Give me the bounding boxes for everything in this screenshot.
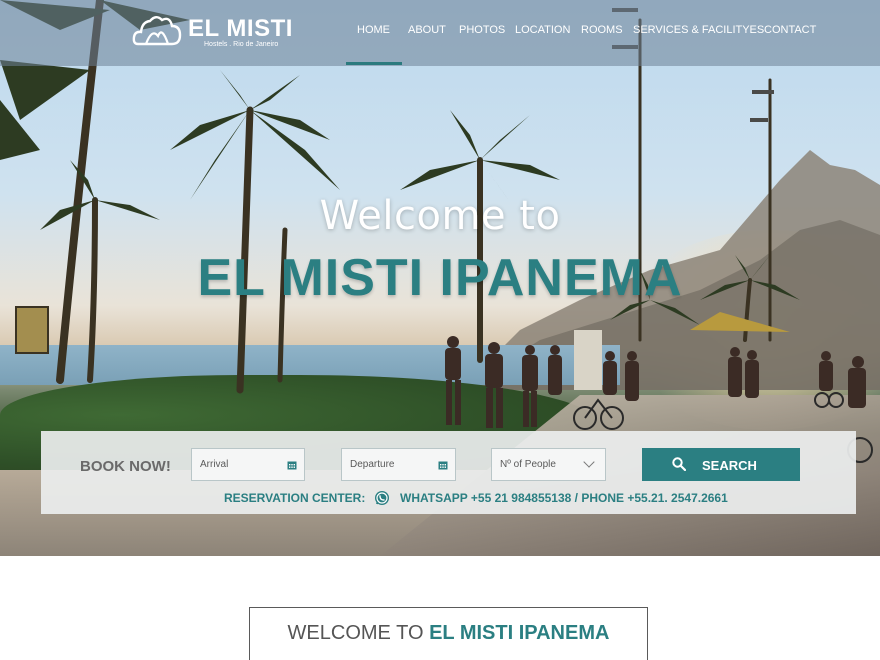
cloud-mountain-logo-icon <box>132 16 182 46</box>
book-now-label: BOOK NOW! <box>80 458 171 475</box>
nav-photos[interactable]: PHOTOS <box>459 24 505 36</box>
chevron-down-icon <box>583 456 595 468</box>
search-button-label: SEARCH <box>702 458 757 473</box>
calendar-icon <box>438 461 448 470</box>
arrival-date-field[interactable]: Arrival <box>191 448 305 481</box>
search-button[interactable]: SEARCH <box>642 448 800 481</box>
booking-bar: BOOK NOW! Arrival Departure Nº of People… <box>41 431 856 514</box>
reservation-contacts[interactable]: WHATSAPP +55 21 984855138 / PHONE +55.21… <box>400 491 728 505</box>
whatsapp-icon <box>375 491 389 505</box>
top-navbar: EL MISTI Hostels . Rio de Janeiro HOME A… <box>0 0 880 66</box>
brand-name: EL MISTI <box>188 15 293 42</box>
brand-tagline: Hostels . Rio de Janeiro <box>204 41 279 48</box>
departure-placeholder: Departure <box>350 459 395 470</box>
welcome-prefix: WELCOME TO <box>287 622 430 644</box>
nav-home[interactable]: HOME <box>357 24 390 36</box>
departure-date-field[interactable]: Departure <box>341 448 456 481</box>
nav-rooms[interactable]: ROOMS <box>581 24 623 36</box>
people-placeholder: Nº of People <box>500 459 556 470</box>
arrival-placeholder: Arrival <box>200 459 229 470</box>
brand-logo[interactable]: EL MISTI Hostels . Rio de Janeiro <box>132 12 302 52</box>
welcome-name: EL MISTI IPANEMA <box>429 622 610 644</box>
welcome-heading: WELCOME TO EL MISTI IPANEMA <box>250 622 647 645</box>
nav-services-facilities[interactable]: SERVICES & FACILITYES <box>633 24 764 36</box>
reservation-label: RESERVATION CENTER: <box>224 491 366 505</box>
nav-location[interactable]: LOCATION <box>515 24 570 36</box>
people-count-select[interactable]: Nº of People <box>491 448 606 481</box>
nav-active-indicator <box>346 62 402 65</box>
hero-welcome-text: Welcome to <box>319 193 561 239</box>
nav-about[interactable]: ABOUT <box>408 24 446 36</box>
hero-title: EL MISTI IPANEMA <box>197 249 683 307</box>
welcome-section-title: WELCOME TO EL MISTI IPANEMA <box>249 607 648 660</box>
calendar-icon <box>287 461 297 470</box>
nav-contact[interactable]: CONTACT <box>764 24 816 36</box>
search-icon <box>672 457 686 471</box>
